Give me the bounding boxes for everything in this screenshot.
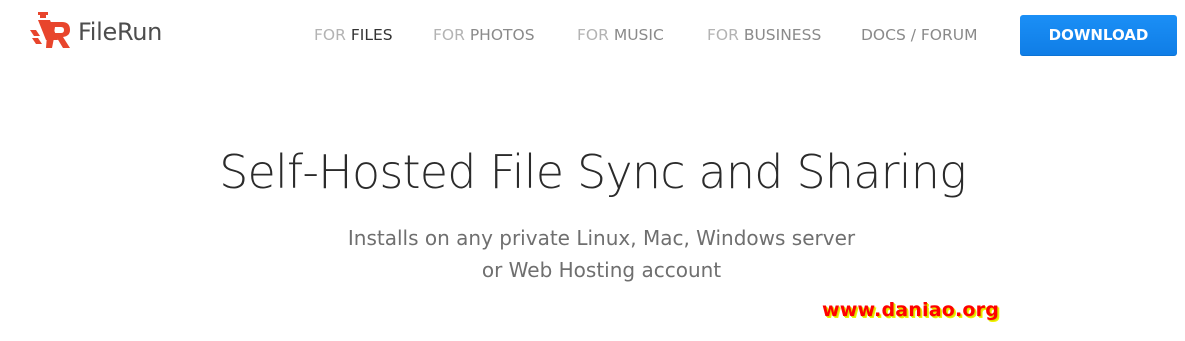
nav-item-prefix: FOR bbox=[707, 26, 739, 44]
filerun-logo-link[interactable]: FileRun bbox=[30, 12, 162, 52]
hero-subtitle-line-1: Installs on any private Linux, Mac, Wind… bbox=[347, 226, 856, 250]
watermark-text: www.daniao.org bbox=[822, 299, 1000, 321]
nav-item-prefix: FOR bbox=[433, 26, 465, 44]
nav-item-prefix: FOR bbox=[577, 26, 609, 44]
nav-item-for-photos[interactable]: FOR PHOTOS bbox=[433, 24, 535, 46]
nav-item-docs-forum[interactable]: DOCS / FORUM bbox=[861, 24, 977, 46]
nav-item-label: FILES bbox=[350, 26, 393, 44]
nav-item-prefix: FOR bbox=[314, 26, 346, 44]
nav-item-for-files[interactable]: FOR FILES bbox=[314, 24, 393, 46]
brand-name: FileRun bbox=[78, 18, 163, 46]
nav-item-for-business[interactable]: FOR BUSINESS bbox=[707, 24, 821, 46]
hero-title: Self-Hosted File Sync and Sharing bbox=[219, 145, 967, 199]
nav-item-label: MUSIC bbox=[613, 26, 664, 44]
top-navigation-bar: FileRun FOR FILES FOR PHOTOS FOR MUSIC F… bbox=[0, 0, 1185, 70]
nav-item-for-music[interactable]: FOR MUSIC bbox=[577, 24, 664, 46]
hero-subtitle-line-2: or Web Hosting account bbox=[481, 258, 722, 282]
download-button[interactable]: DOWNLOAD bbox=[1020, 15, 1177, 56]
nav-item-label: PHOTOS bbox=[469, 26, 535, 44]
filerun-logo-icon bbox=[30, 12, 70, 48]
nav-item-label: BUSINESS bbox=[743, 26, 822, 44]
hero-subtitle: Installs on any private Linux, Mac, Wind… bbox=[0, 222, 1185, 286]
